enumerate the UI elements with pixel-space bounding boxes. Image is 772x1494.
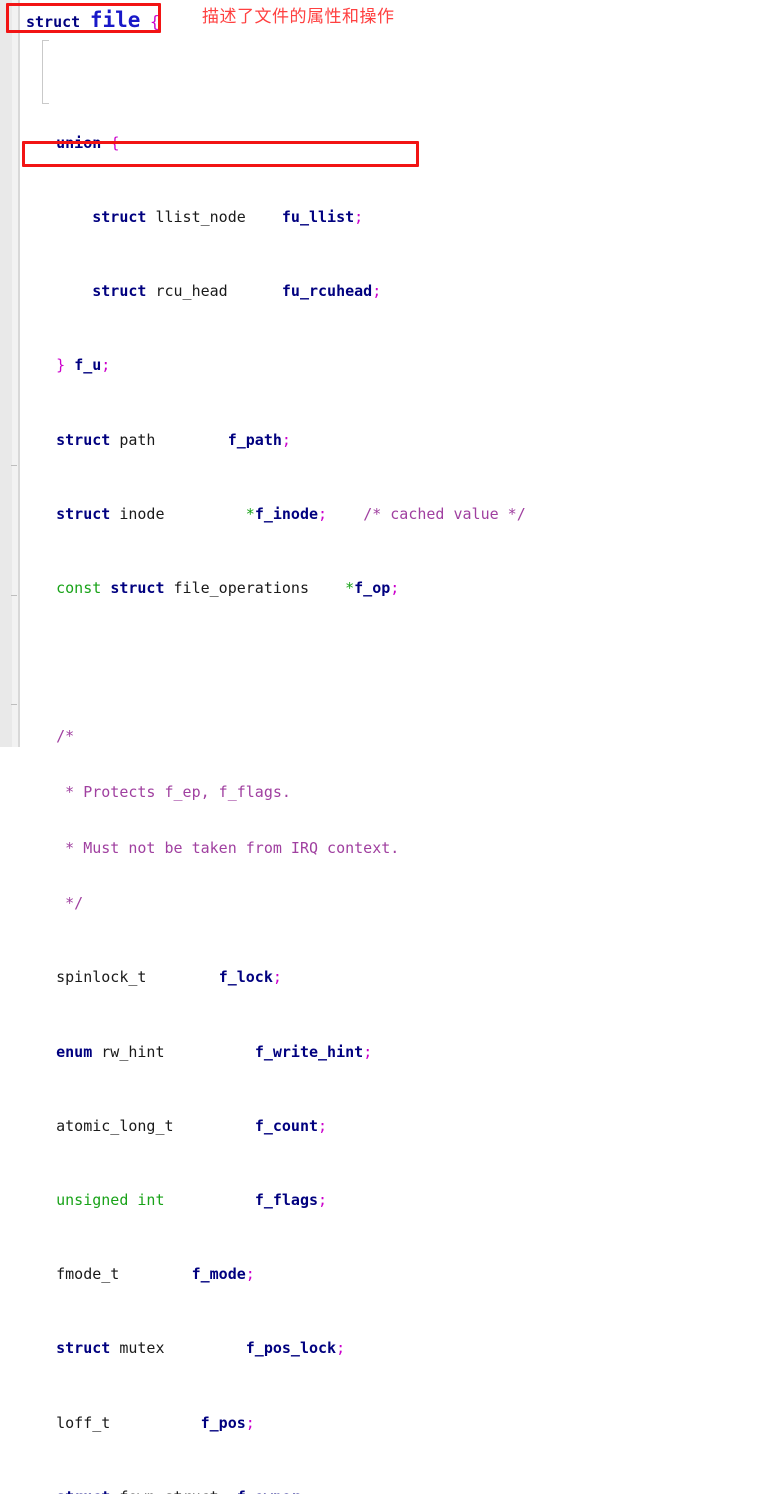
code-line-f-mode: fmode_t f_mode; bbox=[20, 1265, 772, 1284]
code-line-f-op: const struct file_operations *f_op; bbox=[20, 579, 772, 598]
token-semicolon: ; bbox=[390, 578, 400, 597]
token-type-inode: inode bbox=[119, 504, 165, 523]
code-line-f-lock: spinlock_t f_lock; bbox=[20, 968, 772, 987]
token-type-spinlock-t: spinlock_t bbox=[56, 968, 147, 987]
token-semicolon: ; bbox=[318, 504, 328, 523]
token-semicolon: ; bbox=[300, 1488, 309, 1494]
token-semicolon: ; bbox=[336, 1339, 346, 1358]
token-member-f-u: f_u bbox=[74, 356, 102, 375]
token-struct-keyword: struct bbox=[56, 1339, 111, 1358]
code-line-f-pos-lock: struct mutex f_pos_lock; bbox=[20, 1339, 772, 1358]
token-type-fmode-t: fmode_t bbox=[56, 1265, 120, 1284]
token-semicolon: ; bbox=[245, 1413, 255, 1432]
token-struct-keyword: struct bbox=[110, 578, 165, 597]
comment-irq: * Must not be taken from IRQ context. bbox=[65, 838, 400, 857]
comment-cached-value: /* cached value */ bbox=[363, 504, 526, 523]
token-semicolon: ; bbox=[318, 1116, 328, 1135]
token-struct-keyword: struct bbox=[92, 208, 147, 227]
token-type-path: path bbox=[119, 430, 156, 449]
highlight-box-struct-file bbox=[6, 3, 161, 33]
token-member-f-write-hint: f_write_hint bbox=[254, 1042, 364, 1061]
token-member-f-flags: f_flags bbox=[254, 1191, 319, 1209]
code-line-comment-protects: * Protects f_ep, f_flags. bbox=[20, 783, 772, 802]
token-struct-keyword: struct bbox=[56, 1488, 110, 1494]
comment-block-open: /* bbox=[56, 727, 75, 746]
highlight-box-f-op bbox=[22, 141, 419, 167]
code-line-fu-llist: struct llist_node fu_llist; bbox=[20, 208, 772, 227]
token-type-rcu-head: rcu_head bbox=[155, 282, 228, 301]
token-member-f-pos: f_pos bbox=[200, 1413, 246, 1432]
token-member-fu-llist: fu_llist bbox=[281, 208, 355, 227]
token-member-f-inode: f_inode bbox=[254, 504, 319, 523]
token-semicolon: ; bbox=[354, 208, 364, 227]
code-line-fu-close: } f_u; bbox=[20, 356, 772, 375]
token-member-f-op: f_op bbox=[354, 578, 391, 597]
comment-block-close: */ bbox=[65, 894, 84, 913]
token-semicolon: ; bbox=[245, 1265, 255, 1284]
comment-protects: * Protects f_ep, f_flags. bbox=[65, 782, 291, 801]
token-semicolon: ; bbox=[363, 1042, 373, 1061]
token-semicolon: ; bbox=[372, 282, 382, 301]
code-line-f-path: struct path f_path; bbox=[20, 431, 772, 450]
annotation-text: 描述了文件的属性和操作 bbox=[202, 7, 395, 27]
token-semicolon: ; bbox=[272, 968, 282, 987]
token-member-fu-rcuhead: fu_rcuhead bbox=[281, 282, 373, 301]
code-line-f-count: atomic_long_t f_count; bbox=[20, 1117, 772, 1136]
token-member-f-mode: f_mode bbox=[191, 1265, 246, 1284]
code-line-f-write-hint: enum rw_hint f_write_hint; bbox=[20, 1043, 772, 1062]
token-brace-close: } bbox=[56, 356, 66, 375]
token-semicolon: ; bbox=[318, 1191, 328, 1209]
fold-marker-ifdef-epoll[interactable] bbox=[11, 595, 17, 596]
token-member-f-owner: f_owner bbox=[237, 1488, 300, 1494]
token-type-mutex: mutex bbox=[119, 1339, 165, 1358]
token-pointer-star: * bbox=[245, 504, 255, 523]
token-type-atomic-long-t: atomic_long_t bbox=[56, 1116, 174, 1135]
token-type-rw-hint: rw_hint bbox=[101, 1042, 165, 1061]
token-type-llist-node: llist_node bbox=[155, 208, 246, 227]
code-line-f-pos: loff_t f_pos; bbox=[20, 1414, 772, 1433]
token-pointer-star: * bbox=[345, 578, 355, 597]
code-line-fu-rcuhead: struct rcu_head fu_rcuhead; bbox=[20, 282, 772, 301]
code-line-title-spacer bbox=[20, 60, 772, 79]
token-type-file-operations: file_operations bbox=[173, 578, 309, 597]
token-struct-keyword: struct bbox=[56, 430, 111, 449]
token-const-keyword: const bbox=[56, 578, 102, 597]
code-line-comment-close: */ bbox=[20, 894, 772, 913]
code-line-comment-open: /* bbox=[20, 727, 772, 746]
code-editor-pane: union { struct llist_node fu_llist; stru… bbox=[0, 0, 772, 1494]
token-semicolon: ; bbox=[101, 356, 111, 375]
token-enum-keyword: enum bbox=[56, 1042, 93, 1061]
token-member-f-pos-lock: f_pos_lock bbox=[245, 1339, 337, 1358]
source-code-block: union { struct llist_node fu_llist; stru… bbox=[20, 4, 772, 1494]
token-struct-keyword: struct bbox=[92, 282, 147, 301]
fold-marker-struct-end[interactable] bbox=[11, 704, 17, 705]
code-line-f-flags: unsigned int f_flags; bbox=[20, 1191, 772, 1210]
line-number-gutter bbox=[0, 0, 12, 747]
token-unsigned-int-keyword: unsigned int bbox=[56, 1191, 165, 1209]
token-member-f-count: f_count bbox=[254, 1116, 319, 1135]
fold-marker-ifdef-security[interactable] bbox=[11, 465, 17, 466]
code-line-f-inode: struct inode *f_inode; /* cached value *… bbox=[20, 505, 772, 524]
code-line-f-owner: struct fown_struct f_owner; bbox=[20, 1488, 772, 1494]
token-member-f-path: f_path bbox=[227, 430, 282, 449]
token-type-loff-t: loff_t bbox=[56, 1413, 111, 1432]
token-member-f-lock: f_lock bbox=[218, 968, 273, 987]
code-line-comment-irq: * Must not be taken from IRQ context. bbox=[20, 839, 772, 858]
token-struct-keyword: struct bbox=[56, 504, 111, 523]
token-semicolon: ; bbox=[281, 430, 291, 449]
token-type-fown-struct: fown_struct bbox=[119, 1488, 218, 1494]
